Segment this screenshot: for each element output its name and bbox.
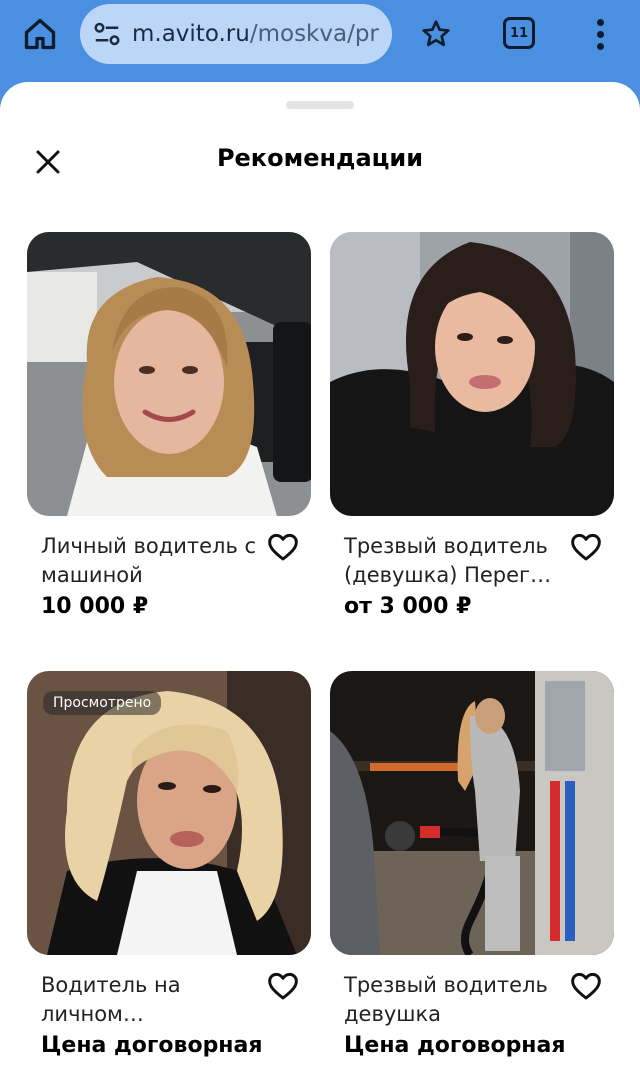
address-bar[interactable]: m.avito.ru/moskva/pr — [80, 4, 392, 64]
listing-card[interactable]: Личный водитель с машиной 10 000 ₽ — [27, 232, 311, 619]
sheet-title: Рекомендации — [216, 144, 424, 172]
browser-toolbar: m.avito.ru/moskva/pr 11 — [0, 0, 640, 78]
tab-switcher-button[interactable]: 11 — [503, 17, 535, 49]
listing-photo[interactable] — [330, 232, 614, 516]
listing-image-gas-station — [330, 671, 614, 955]
url-text: m.avito.ru/moskva/pr — [132, 21, 379, 47]
listing-title[interactable]: Личный водитель с машиной — [41, 532, 265, 590]
listing-photo[interactable]: Просмотрено — [27, 671, 311, 955]
listing-title[interactable]: Трезвый водитель (девушка) Перег… — [344, 532, 568, 590]
home-button[interactable] — [18, 12, 62, 56]
listing-image-woman-in-car — [27, 232, 311, 516]
heart-icon — [571, 533, 601, 561]
dot-icon — [596, 30, 604, 38]
home-icon — [24, 18, 56, 50]
listing-price: Цена договорная — [41, 1033, 263, 1058]
favorite-button[interactable] — [568, 530, 604, 564]
listing-card[interactable]: Трезвый водитель девушка Цена договорная — [330, 671, 614, 1058]
favorite-button[interactable] — [265, 969, 301, 1003]
heart-icon — [571, 972, 601, 1000]
listing-photo[interactable] — [27, 232, 311, 516]
listing-image-woman-selfie — [330, 232, 614, 516]
drag-handle[interactable] — [286, 101, 354, 109]
star-icon — [422, 20, 450, 47]
listing-card[interactable]: Трезвый водитель (девушка) Перег… от 3 0… — [330, 232, 614, 619]
heart-icon — [268, 972, 298, 1000]
url-path: /moskva/pr — [249, 21, 379, 47]
favorite-button[interactable] — [568, 969, 604, 1003]
favorite-button[interactable] — [265, 530, 301, 564]
dot-icon — [596, 42, 604, 50]
site-settings-icon[interactable] — [92, 19, 122, 49]
listing-title[interactable]: Трезвый водитель девушка — [344, 971, 568, 1029]
listing-photo[interactable] — [330, 671, 614, 955]
listing-price: Цена договорная — [344, 1033, 566, 1058]
listing-card[interactable]: Просмотрено Водитель на личном… Цена дог… — [27, 671, 311, 1058]
dot-icon — [596, 18, 604, 26]
listing-title[interactable]: Водитель на личном… — [41, 971, 265, 1029]
listing-price: от 3 000 ₽ — [344, 594, 472, 619]
listing-price: 10 000 ₽ — [41, 594, 149, 619]
recommendations-sheet: Рекомендации Личный водитель с машиной 1… — [0, 82, 640, 1067]
bookmark-button[interactable] — [416, 14, 456, 54]
heart-icon — [268, 533, 298, 561]
viewed-badge: Просмотрено — [43, 691, 162, 715]
more-menu-button[interactable] — [586, 14, 614, 54]
url-host: m.avito.ru — [132, 21, 250, 47]
